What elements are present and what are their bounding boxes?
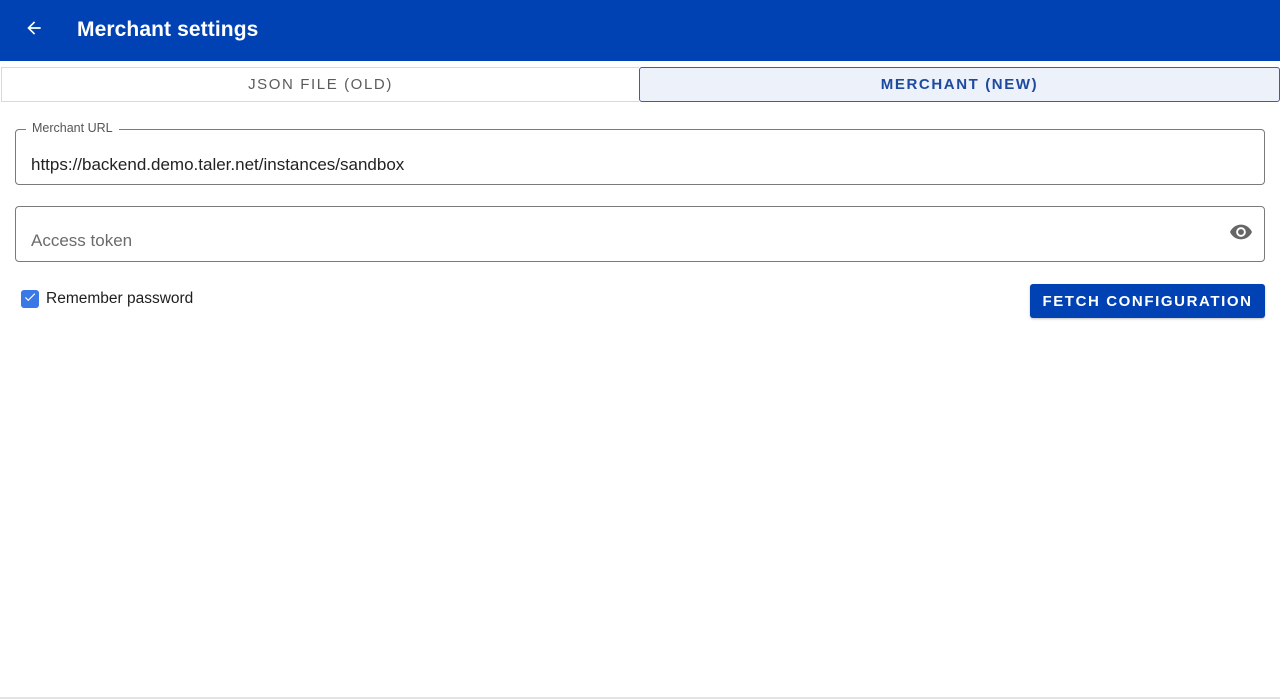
tab-merchant[interactable]: MERCHANT (NEW)	[639, 67, 1280, 102]
arrow-left-icon	[24, 18, 44, 43]
toggle-visibility-button[interactable]	[1228, 223, 1254, 245]
merchant-url-input[interactable]: https://backend.demo.taler.net/instances…	[31, 155, 1211, 175]
tab-merchant-label: MERCHANT (NEW)	[880, 76, 1039, 93]
access-token-field[interactable]: Access token	[15, 206, 1265, 262]
checkmark-icon	[23, 290, 37, 309]
tab-json-file-label: JSON FILE (OLD)	[248, 76, 393, 93]
back-button[interactable]	[14, 10, 54, 50]
merchant-url-field[interactable]: Merchant URL https://backend.demo.taler.…	[15, 121, 1265, 185]
tab-json-file[interactable]: JSON FILE (OLD)	[1, 67, 639, 102]
fetch-configuration-button[interactable]: FETCH CONFIGURATION	[1030, 284, 1265, 318]
app-bar: Merchant settings	[0, 0, 1280, 61]
page-title: Merchant settings	[77, 18, 259, 41]
merchant-url-label: Merchant URL	[26, 121, 119, 135]
remember-password-label: Remember password	[46, 290, 194, 307]
fetch-configuration-label: FETCH CONFIGURATION	[1042, 292, 1253, 310]
tab-bar: JSON FILE (OLD) MERCHANT (NEW)	[0, 67, 1280, 102]
access-token-input[interactable]: Access token	[31, 231, 132, 251]
remember-password-checkbox[interactable]	[21, 290, 39, 308]
remember-password-row[interactable]: Remember password	[21, 290, 193, 308]
eye-icon	[1230, 224, 1252, 245]
